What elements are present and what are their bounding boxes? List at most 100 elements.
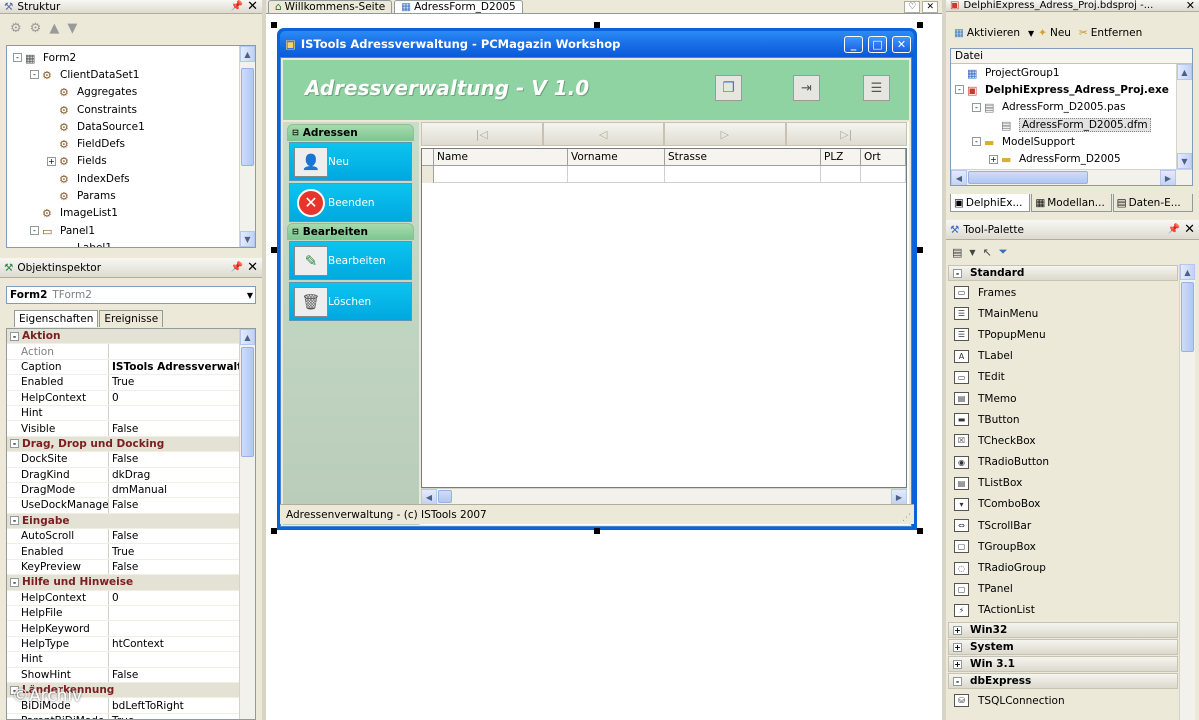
property-value[interactable]: dkDrag xyxy=(109,468,255,482)
palette-item[interactable]: ▢ TPanel xyxy=(948,579,1180,600)
expand-icon[interactable]: + xyxy=(953,659,962,669)
property-row[interactable]: Hint xyxy=(7,405,255,422)
property-value[interactable]: False xyxy=(109,529,255,543)
property-value[interactable]: True xyxy=(109,375,255,389)
filter-icon[interactable]: ⏷ xyxy=(999,245,1008,259)
palette-scrollbar[interactable]: ▲ xyxy=(1179,264,1195,720)
nav-button-4[interactable]: ▷| xyxy=(785,122,907,146)
property-category[interactable]: - Hilfe und Hinweise xyxy=(7,575,255,591)
activate-button[interactable]: ▦ Aktivieren xyxy=(954,27,1020,39)
project-vscroll[interactable]: ▲ ▼ xyxy=(1176,64,1192,169)
palette-item[interactable]: ⛁ TSQLConnection xyxy=(948,690,1180,711)
pin-icon[interactable]: 📌 xyxy=(1168,224,1180,235)
new-button[interactable]: 👤 Neu xyxy=(289,142,412,181)
project-tab-2[interactable]: ▦ Modellan... xyxy=(1031,194,1112,212)
collapse-icon[interactable]: - xyxy=(10,331,19,341)
new-project-button[interactable]: ✦ Neu xyxy=(1038,27,1071,39)
palette-category[interactable]: - Standard xyxy=(948,265,1178,281)
scroll-left-icon[interactable]: ◀ xyxy=(421,489,437,505)
palette-category[interactable]: + Win 3.1 xyxy=(948,656,1178,672)
tree-item[interactable]: ⚙ ImageList1 xyxy=(7,205,255,222)
tab-events[interactable]: Ereignisse xyxy=(99,310,164,327)
grid-cell[interactable] xyxy=(568,166,665,183)
scroll-left-icon[interactable]: ◀ xyxy=(951,170,967,185)
categories-icon[interactable]: ▤ xyxy=(952,246,962,259)
collapse-icon[interactable]: - xyxy=(953,268,962,278)
arrow-down-icon[interactable]: ▼ xyxy=(67,21,77,36)
property-value[interactable]: ISTools Adressverwaltu xyxy=(109,360,255,374)
project-tree-item[interactable]: + ▬ AdressForm_D2005 xyxy=(951,150,1192,167)
expand-icon[interactable]: + xyxy=(989,154,998,164)
property-category[interactable]: - Drag, Drop und Docking xyxy=(7,436,255,453)
property-row[interactable]: DragKind dkDrag xyxy=(7,467,255,483)
property-value[interactable]: 0 xyxy=(109,391,255,405)
edit-button[interactable]: ✎ Bearbeiten xyxy=(289,241,412,280)
nav-button-2[interactable]: ◁ xyxy=(542,122,664,146)
palette-item[interactable]: A TLabel xyxy=(948,346,1180,367)
scroll-right-icon[interactable]: ▶ xyxy=(891,489,907,505)
selection-handle[interactable] xyxy=(594,22,600,28)
palette-item[interactable]: ◉ TRadioButton xyxy=(948,452,1180,473)
grid-column-header[interactable]: Ort xyxy=(861,149,906,166)
grid-cell[interactable] xyxy=(665,166,821,183)
export-icon[interactable]: ⇥ xyxy=(793,75,820,101)
property-row[interactable]: Hint xyxy=(7,652,255,668)
tree-item[interactable]: - ▭ Panel1 xyxy=(7,222,255,239)
collapse-icon[interactable]: - xyxy=(10,439,19,449)
grid-column-header[interactable]: Name xyxy=(434,149,568,166)
palette-item[interactable]: ☰ TMainMenu xyxy=(948,303,1180,324)
property-value[interactable] xyxy=(109,406,255,420)
tree-item[interactable]: ⚙ DataSource1 xyxy=(7,118,255,135)
property-value[interactable]: False xyxy=(109,452,255,466)
property-row[interactable]: Enabled True xyxy=(7,544,255,560)
selection-handle[interactable] xyxy=(594,528,600,534)
close-icon[interactable]: ✕ xyxy=(1184,223,1195,236)
collapse-icon[interactable]: - xyxy=(972,102,981,112)
property-value[interactable]: True xyxy=(109,544,255,558)
property-value[interactable] xyxy=(109,652,255,666)
group-bearbeiten[interactable]: ⊟ Bearbeiten xyxy=(287,223,414,240)
grid-cell[interactable] xyxy=(821,166,861,183)
group-adressen[interactable]: ⊟ Adressen xyxy=(287,124,414,141)
property-row[interactable]: HelpKeyword xyxy=(7,621,255,637)
project-tab-1[interactable]: ▣ DelphiEx... xyxy=(950,194,1031,212)
property-value[interactable] xyxy=(109,606,255,620)
property-grid[interactable]: ▲ - Aktion Action Caption ISTools Adressverw… xyxy=(6,328,256,720)
tree-item[interactable]: + ⚙ Fields xyxy=(7,153,255,170)
selection-handle[interactable] xyxy=(271,247,277,253)
nav-button-3[interactable]: ▷ xyxy=(664,122,786,146)
property-value[interactable]: False xyxy=(109,668,255,682)
collapse-icon[interactable]: - xyxy=(955,85,964,95)
property-value[interactable] xyxy=(109,621,255,635)
palette-item[interactable]: ⚡ TActionList xyxy=(948,600,1180,621)
scroll-thumb[interactable] xyxy=(438,490,452,503)
project-tree[interactable]: Datei ▦ ProjectGroup1- ▣ DelphiExpress_Adre… xyxy=(950,48,1193,186)
chevron-down-icon[interactable]: ▼ xyxy=(1028,29,1034,38)
palette-item[interactable]: ▭ TEdit xyxy=(948,367,1180,388)
tree-item[interactable]: - ▦ Form2 xyxy=(7,49,255,66)
list-icon[interactable]: ☰ xyxy=(863,75,890,101)
chevron-down-icon[interactable]: ▼ xyxy=(247,291,253,300)
property-row[interactable]: DragMode dmManual xyxy=(7,482,255,499)
scroll-down-icon[interactable]: ▼ xyxy=(1177,153,1192,169)
grid-cell[interactable] xyxy=(861,166,906,183)
collapse-icon[interactable]: - xyxy=(953,676,962,686)
property-row[interactable]: AutoScroll False xyxy=(7,529,255,545)
property-row[interactable]: Enabled True xyxy=(7,375,255,391)
collapse-icon[interactable]: - xyxy=(10,577,19,587)
tree-item[interactable]: - ⚙ ClientDataSet1 xyxy=(7,66,255,83)
expand-icon[interactable]: + xyxy=(953,642,962,652)
collapse-icon[interactable]: - xyxy=(972,137,981,147)
chevron-down-icon[interactable]: ▼ xyxy=(969,248,975,257)
scroll-up-icon[interactable]: ▲ xyxy=(240,329,255,345)
property-row[interactable]: ParentBiDiModeTrue xyxy=(7,713,255,719)
expand-icon[interactable]: + xyxy=(953,625,962,635)
property-row[interactable]: HelpFile xyxy=(7,606,255,622)
palette-item[interactable]: ⇔ TScrollBar xyxy=(948,515,1180,536)
collapse-icon[interactable]: - xyxy=(10,516,19,526)
remove-button[interactable]: ✂ Entfernen xyxy=(1079,27,1142,39)
property-row[interactable]: KeyPreview False xyxy=(7,559,255,576)
project-tree-item[interactable]: - ▣ DelphiExpress_Adress_Proj.exe xyxy=(951,81,1192,98)
close-icon[interactable]: ✕ xyxy=(892,35,911,53)
property-value[interactable]: htContext xyxy=(109,637,255,651)
